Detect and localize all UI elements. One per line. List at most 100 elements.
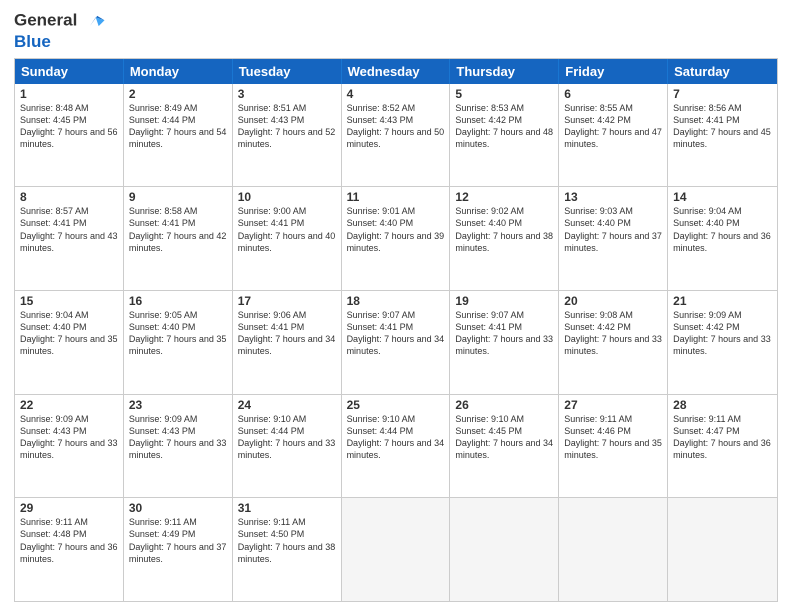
day-info: Sunrise: 9:07 AMSunset: 4:41 PMDaylight:… — [347, 309, 445, 358]
day-number: 28 — [673, 398, 772, 412]
day-number: 1 — [20, 87, 118, 101]
logo-blue: Blue — [14, 32, 106, 52]
day-info: Sunrise: 9:01 AMSunset: 4:40 PMDaylight:… — [347, 205, 445, 254]
day-number: 6 — [564, 87, 662, 101]
day-number: 23 — [129, 398, 227, 412]
day-number: 11 — [347, 190, 445, 204]
calendar-cell: 5Sunrise: 8:53 AMSunset: 4:42 PMDaylight… — [450, 84, 559, 187]
calendar-cell: 17Sunrise: 9:06 AMSunset: 4:41 PMDayligh… — [233, 291, 342, 394]
calendar-cell — [450, 498, 559, 601]
day-info: Sunrise: 8:49 AMSunset: 4:44 PMDaylight:… — [129, 102, 227, 151]
day-number: 9 — [129, 190, 227, 204]
calendar-cell: 15Sunrise: 9:04 AMSunset: 4:40 PMDayligh… — [15, 291, 124, 394]
calendar-cell: 8Sunrise: 8:57 AMSunset: 4:41 PMDaylight… — [15, 187, 124, 290]
day-number: 27 — [564, 398, 662, 412]
calendar-header: SundayMondayTuesdayWednesdayThursdayFrid… — [15, 59, 777, 84]
calendar-row-3: 15Sunrise: 9:04 AMSunset: 4:40 PMDayligh… — [15, 290, 777, 394]
calendar-cell: 24Sunrise: 9:10 AMSunset: 4:44 PMDayligh… — [233, 395, 342, 498]
day-info: Sunrise: 9:09 AMSunset: 4:42 PMDaylight:… — [673, 309, 772, 358]
calendar-cell: 27Sunrise: 9:11 AMSunset: 4:46 PMDayligh… — [559, 395, 668, 498]
header-day-sunday: Sunday — [15, 59, 124, 84]
calendar-row-5: 29Sunrise: 9:11 AMSunset: 4:48 PMDayligh… — [15, 497, 777, 601]
calendar-cell: 12Sunrise: 9:02 AMSunset: 4:40 PMDayligh… — [450, 187, 559, 290]
day-number: 25 — [347, 398, 445, 412]
day-info: Sunrise: 8:53 AMSunset: 4:42 PMDaylight:… — [455, 102, 553, 151]
logo-bird-icon — [84, 10, 106, 32]
calendar-cell: 31Sunrise: 9:11 AMSunset: 4:50 PMDayligh… — [233, 498, 342, 601]
day-info: Sunrise: 9:11 AMSunset: 4:47 PMDaylight:… — [673, 413, 772, 462]
day-number: 21 — [673, 294, 772, 308]
day-number: 13 — [564, 190, 662, 204]
day-info: Sunrise: 9:11 AMSunset: 4:48 PMDaylight:… — [20, 516, 118, 565]
calendar-cell: 28Sunrise: 9:11 AMSunset: 4:47 PMDayligh… — [668, 395, 777, 498]
calendar-cell: 22Sunrise: 9:09 AMSunset: 4:43 PMDayligh… — [15, 395, 124, 498]
calendar-cell: 1Sunrise: 8:48 AMSunset: 4:45 PMDaylight… — [15, 84, 124, 187]
calendar-cell: 14Sunrise: 9:04 AMSunset: 4:40 PMDayligh… — [668, 187, 777, 290]
day-info: Sunrise: 9:11 AMSunset: 4:49 PMDaylight:… — [129, 516, 227, 565]
calendar-cell: 16Sunrise: 9:05 AMSunset: 4:40 PMDayligh… — [124, 291, 233, 394]
day-number: 31 — [238, 501, 336, 515]
day-info: Sunrise: 9:05 AMSunset: 4:40 PMDaylight:… — [129, 309, 227, 358]
calendar-row-1: 1Sunrise: 8:48 AMSunset: 4:45 PMDaylight… — [15, 84, 777, 187]
calendar-cell: 26Sunrise: 9:10 AMSunset: 4:45 PMDayligh… — [450, 395, 559, 498]
calendar-cell — [342, 498, 451, 601]
calendar-cell: 9Sunrise: 8:58 AMSunset: 4:41 PMDaylight… — [124, 187, 233, 290]
day-info: Sunrise: 8:56 AMSunset: 4:41 PMDaylight:… — [673, 102, 772, 151]
calendar-body: 1Sunrise: 8:48 AMSunset: 4:45 PMDaylight… — [15, 84, 777, 601]
day-info: Sunrise: 9:09 AMSunset: 4:43 PMDaylight:… — [20, 413, 118, 462]
calendar-cell: 7Sunrise: 8:56 AMSunset: 4:41 PMDaylight… — [668, 84, 777, 187]
day-info: Sunrise: 9:06 AMSunset: 4:41 PMDaylight:… — [238, 309, 336, 358]
day-info: Sunrise: 8:48 AMSunset: 4:45 PMDaylight:… — [20, 102, 118, 151]
header-day-thursday: Thursday — [450, 59, 559, 84]
day-number: 29 — [20, 501, 118, 515]
calendar-cell: 6Sunrise: 8:55 AMSunset: 4:42 PMDaylight… — [559, 84, 668, 187]
calendar-cell: 4Sunrise: 8:52 AMSunset: 4:43 PMDaylight… — [342, 84, 451, 187]
header-day-tuesday: Tuesday — [233, 59, 342, 84]
day-info: Sunrise: 9:04 AMSunset: 4:40 PMDaylight:… — [673, 205, 772, 254]
calendar-cell: 25Sunrise: 9:10 AMSunset: 4:44 PMDayligh… — [342, 395, 451, 498]
day-info: Sunrise: 9:04 AMSunset: 4:40 PMDaylight:… — [20, 309, 118, 358]
header-day-wednesday: Wednesday — [342, 59, 451, 84]
day-number: 2 — [129, 87, 227, 101]
calendar-cell: 18Sunrise: 9:07 AMSunset: 4:41 PMDayligh… — [342, 291, 451, 394]
calendar-row-2: 8Sunrise: 8:57 AMSunset: 4:41 PMDaylight… — [15, 186, 777, 290]
day-info: Sunrise: 8:55 AMSunset: 4:42 PMDaylight:… — [564, 102, 662, 151]
day-info: Sunrise: 9:11 AMSunset: 4:50 PMDaylight:… — [238, 516, 336, 565]
day-info: Sunrise: 9:10 AMSunset: 4:44 PMDaylight:… — [238, 413, 336, 462]
calendar-cell: 3Sunrise: 8:51 AMSunset: 4:43 PMDaylight… — [233, 84, 342, 187]
day-number: 4 — [347, 87, 445, 101]
calendar-cell: 30Sunrise: 9:11 AMSunset: 4:49 PMDayligh… — [124, 498, 233, 601]
header: General Blue — [14, 10, 778, 52]
calendar-cell: 23Sunrise: 9:09 AMSunset: 4:43 PMDayligh… — [124, 395, 233, 498]
day-info: Sunrise: 9:08 AMSunset: 4:42 PMDaylight:… — [564, 309, 662, 358]
day-number: 7 — [673, 87, 772, 101]
calendar-cell: 29Sunrise: 9:11 AMSunset: 4:48 PMDayligh… — [15, 498, 124, 601]
calendar: SundayMondayTuesdayWednesdayThursdayFrid… — [14, 58, 778, 602]
day-number: 24 — [238, 398, 336, 412]
day-info: Sunrise: 9:03 AMSunset: 4:40 PMDaylight:… — [564, 205, 662, 254]
calendar-cell: 11Sunrise: 9:01 AMSunset: 4:40 PMDayligh… — [342, 187, 451, 290]
day-info: Sunrise: 8:57 AMSunset: 4:41 PMDaylight:… — [20, 205, 118, 254]
day-number: 22 — [20, 398, 118, 412]
calendar-cell: 19Sunrise: 9:07 AMSunset: 4:41 PMDayligh… — [450, 291, 559, 394]
day-number: 20 — [564, 294, 662, 308]
header-day-saturday: Saturday — [668, 59, 777, 84]
day-info: Sunrise: 8:58 AMSunset: 4:41 PMDaylight:… — [129, 205, 227, 254]
calendar-cell: 13Sunrise: 9:03 AMSunset: 4:40 PMDayligh… — [559, 187, 668, 290]
day-number: 14 — [673, 190, 772, 204]
day-number: 30 — [129, 501, 227, 515]
calendar-row-4: 22Sunrise: 9:09 AMSunset: 4:43 PMDayligh… — [15, 394, 777, 498]
calendar-cell — [559, 498, 668, 601]
day-number: 12 — [455, 190, 553, 204]
header-day-monday: Monday — [124, 59, 233, 84]
day-number: 3 — [238, 87, 336, 101]
day-info: Sunrise: 9:09 AMSunset: 4:43 PMDaylight:… — [129, 413, 227, 462]
page: General Blue SundayMondayTuesdayWednesda… — [0, 0, 792, 612]
day-info: Sunrise: 9:11 AMSunset: 4:46 PMDaylight:… — [564, 413, 662, 462]
day-number: 17 — [238, 294, 336, 308]
day-number: 18 — [347, 294, 445, 308]
calendar-cell: 21Sunrise: 9:09 AMSunset: 4:42 PMDayligh… — [668, 291, 777, 394]
calendar-cell — [668, 498, 777, 601]
day-info: Sunrise: 9:00 AMSunset: 4:41 PMDaylight:… — [238, 205, 336, 254]
header-day-friday: Friday — [559, 59, 668, 84]
